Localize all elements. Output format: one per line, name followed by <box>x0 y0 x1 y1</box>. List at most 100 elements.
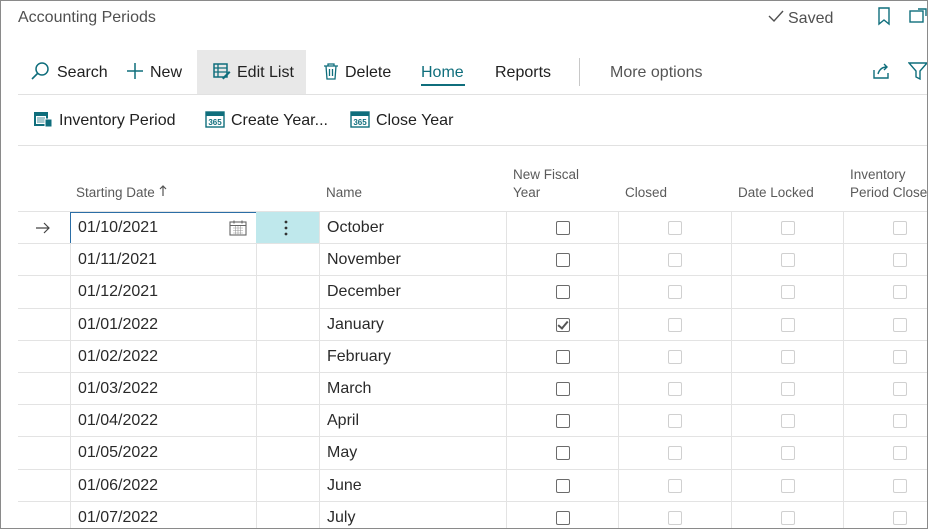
date-locked-checkbox <box>781 446 795 461</box>
name-cell[interactable]: November <box>327 244 401 276</box>
new-fiscal-year-checkbox[interactable] <box>556 253 570 268</box>
table-row[interactable]: 01/10/2021 October <box>18 211 927 244</box>
date-locked-checkbox <box>781 478 795 493</box>
name-cell[interactable]: January <box>327 309 384 341</box>
column-divider <box>256 308 257 341</box>
column-header-date-locked[interactable]: Date Locked <box>738 184 814 202</box>
table-row[interactable]: 01/01/2022 January <box>18 307 927 341</box>
column-header-new-fiscal-year[interactable]: New Fiscal Year <box>513 166 579 202</box>
column-divider <box>319 437 320 470</box>
filter-icon[interactable] <box>907 62 927 85</box>
column-divider <box>506 469 507 502</box>
new-fiscal-year-checkbox[interactable] <box>556 382 570 396</box>
search-button[interactable]: Search <box>31 53 108 93</box>
name-cell[interactable]: March <box>327 373 371 405</box>
tab-reports[interactable]: Reports <box>495 53 551 93</box>
table-row[interactable]: 01/02/2022 February <box>18 339 927 373</box>
calendar-icon[interactable] <box>229 212 247 244</box>
share-icon[interactable] <box>872 61 892 86</box>
column-divider <box>731 212 732 244</box>
new-fiscal-year-checkbox[interactable] <box>556 317 570 332</box>
name-cell[interactable]: July <box>327 502 355 528</box>
table-row[interactable]: 01/05/2022 May <box>18 436 927 470</box>
name-cell[interactable]: February <box>327 341 391 373</box>
column-divider <box>843 244 844 277</box>
closed-checkbox <box>668 253 682 268</box>
table-row[interactable]: 01/07/2022 July <box>18 500 927 528</box>
column-divider <box>506 501 507 528</box>
column-divider <box>506 276 507 309</box>
column-divider <box>256 501 257 528</box>
close-year-button[interactable]: 365 Close Year <box>350 101 453 141</box>
column-divider <box>731 308 732 341</box>
edit-list-icon <box>213 62 237 85</box>
app-window: Accounting Periods Saved Search New Edit… <box>0 0 928 529</box>
column-divider <box>319 405 320 438</box>
starting-date-cell[interactable]: 01/10/2021 <box>78 212 158 244</box>
starting-date-cell: 01/07/2022 <box>78 508 159 526</box>
column-header-inventory-period-closed[interactable]: Inventory Period Closed <box>850 166 928 202</box>
name-cell[interactable]: October <box>327 212 384 244</box>
column-divider <box>731 437 732 470</box>
delete-button[interactable]: Delete <box>323 53 391 93</box>
new-button[interactable]: New <box>126 53 182 93</box>
new-fiscal-year-checkbox[interactable] <box>556 285 570 300</box>
table-row[interactable]: 01/04/2022 April <box>18 404 927 438</box>
new-fiscal-year-checkbox[interactable] <box>556 349 570 364</box>
bookmark-icon[interactable] <box>874 6 894 26</box>
starting-date-cell: 01/02/2022 <box>78 347 159 365</box>
starting-date-cell: 01/04/2022 <box>78 412 159 430</box>
new-fiscal-year-checkbox[interactable] <box>556 446 570 461</box>
closed-checkbox <box>668 414 682 429</box>
more-options-button[interactable]: More options <box>610 53 703 93</box>
column-divider <box>843 437 844 470</box>
inventory-period-closed-checkbox <box>893 221 907 235</box>
name-cell[interactable]: December <box>327 276 401 308</box>
inventory-period-closed-header-line-2: Period Closed <box>850 185 928 200</box>
edit-list-button[interactable]: Edit List <box>213 53 294 93</box>
table-row[interactable]: 01/11/2021 November <box>18 243 927 277</box>
create-year-button[interactable]: 365 Create Year... <box>205 101 328 141</box>
date-locked-checkbox <box>781 510 795 525</box>
column-header-starting-date[interactable]: Starting Date <box>76 184 167 202</box>
column-divider <box>731 501 732 528</box>
column-divider <box>843 469 844 502</box>
column-divider <box>70 501 71 528</box>
new-fiscal-year-checkbox[interactable] <box>556 478 570 493</box>
table-row[interactable]: 01/03/2022 March <box>18 372 927 405</box>
column-divider <box>319 212 320 244</box>
column-divider <box>843 340 844 373</box>
date-locked-checkbox <box>781 349 795 364</box>
column-divider <box>843 308 844 341</box>
name-cell[interactable]: May <box>327 437 357 469</box>
inventory-period-button[interactable]: Inventory Period <box>33 101 176 141</box>
column-header-closed[interactable]: Closed <box>625 184 667 202</box>
column-divider <box>70 373 71 405</box>
new-fiscal-year-header-line-1: New Fiscal <box>513 167 580 182</box>
tab-home[interactable]: Home <box>421 53 464 93</box>
column-divider <box>843 501 844 528</box>
row-more-actions-icon[interactable] <box>283 212 289 244</box>
column-divider <box>319 244 320 277</box>
new-fiscal-year-checkbox[interactable] <box>556 221 570 235</box>
column-header-name[interactable]: Name <box>326 184 362 202</box>
column-divider <box>256 244 257 277</box>
date-locked-checkbox <box>781 253 795 268</box>
plus-icon <box>126 62 150 85</box>
new-fiscal-year-checkbox[interactable] <box>556 510 570 525</box>
name-cell[interactable]: June <box>327 470 362 502</box>
table-row[interactable]: 01/12/2021 December <box>18 275 927 309</box>
search-icon <box>31 61 57 86</box>
starting-date-cell: 01/12/2021 <box>78 283 159 301</box>
new-fiscal-year-checkbox[interactable] <box>556 414 570 429</box>
column-divider <box>256 469 257 502</box>
column-divider <box>843 405 844 438</box>
column-divider <box>618 276 619 309</box>
column-divider <box>256 276 257 309</box>
calendar-365-icon: 365 <box>205 110 231 133</box>
column-divider <box>256 373 257 405</box>
name-cell[interactable]: April <box>327 405 359 437</box>
table-row[interactable]: 01/06/2022 June <box>18 468 927 502</box>
calendar-close-icon: 365 <box>350 110 376 133</box>
open-new-window-icon[interactable] <box>908 6 927 26</box>
